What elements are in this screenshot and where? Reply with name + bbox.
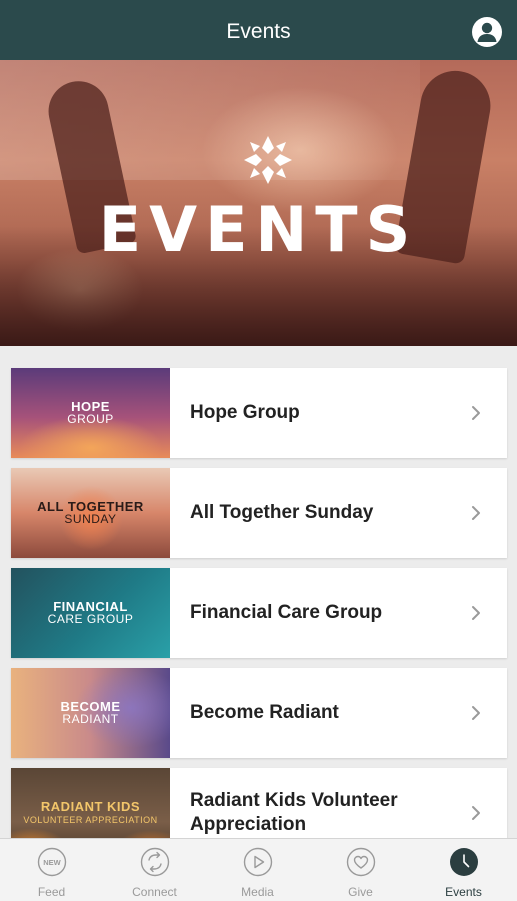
svg-text:NEW: NEW [43, 858, 61, 867]
tab-label: Events [445, 885, 482, 899]
chevron-right-icon [472, 606, 480, 620]
connect-arrows-icon [140, 847, 170, 877]
user-icon[interactable] [472, 17, 502, 47]
thumbnail-text: HOPE GROUP [67, 399, 114, 426]
bottom-tab-bar: NEW Feed Connect Media Give Events [0, 838, 517, 901]
chevron-right-icon [472, 506, 480, 520]
hero-title: EVENTS [98, 193, 419, 266]
event-item-financial-care-group[interactable]: FINANCIAL CARE GROUP Financial Care Group [11, 568, 507, 658]
new-badge-icon: NEW [37, 847, 67, 877]
tab-label: Give [348, 885, 373, 899]
play-icon [243, 847, 273, 877]
tab-label: Feed [37, 885, 66, 899]
tab-media[interactable]: Media [206, 839, 309, 901]
event-label: Financial Care Group [190, 602, 383, 623]
thumbnail-text: BECOME RADIANT [60, 699, 121, 726]
event-label: All Together Sunday [190, 502, 374, 523]
tab-give[interactable]: Give [309, 839, 412, 901]
event-label: Become Radiant [190, 702, 339, 723]
chevron-right-icon [472, 406, 480, 420]
church-logo-icon [240, 132, 296, 188]
tab-feed[interactable]: NEW Feed [0, 839, 103, 901]
event-thumbnail: FINANCIAL CARE GROUP [11, 568, 170, 658]
tab-label: Connect [132, 885, 177, 899]
event-thumbnail: BECOME RADIANT [11, 668, 170, 758]
thumbnail-text: ALL TOGETHER SUNDAY [37, 499, 144, 526]
events-list: HOPE GROUP Hope Group ALL TOGETHER SUNDAY … [11, 368, 507, 868]
thumbnail-text: RADIANT KIDS VOLUNTEER APPRECIATION [23, 798, 158, 825]
event-item-hope-group[interactable]: HOPE GROUP Hope Group [11, 368, 507, 458]
page-title: Events [226, 20, 291, 43]
tab-label: Media [241, 885, 274, 899]
tab-events[interactable]: Events [412, 839, 515, 901]
tab-connect[interactable]: Connect [103, 839, 206, 901]
event-item-all-together-sunday[interactable]: ALL TOGETHER SUNDAY All Together Sunday [11, 468, 507, 558]
events-hero-banner: EVENTS [0, 60, 517, 346]
chevron-right-icon [472, 706, 480, 720]
event-thumbnail: HOPE GROUP [11, 368, 170, 458]
thumbnail-text: FINANCIAL CARE GROUP [47, 599, 134, 626]
heart-icon [346, 847, 376, 877]
top-bar: Events [0, 0, 517, 60]
event-item-become-radiant[interactable]: BECOME RADIANT Become Radiant [11, 668, 507, 758]
chevron-right-icon [472, 806, 480, 820]
event-label: Hope Group [190, 402, 300, 423]
event-thumbnail: ALL TOGETHER SUNDAY [11, 468, 170, 558]
clock-icon [450, 848, 478, 876]
